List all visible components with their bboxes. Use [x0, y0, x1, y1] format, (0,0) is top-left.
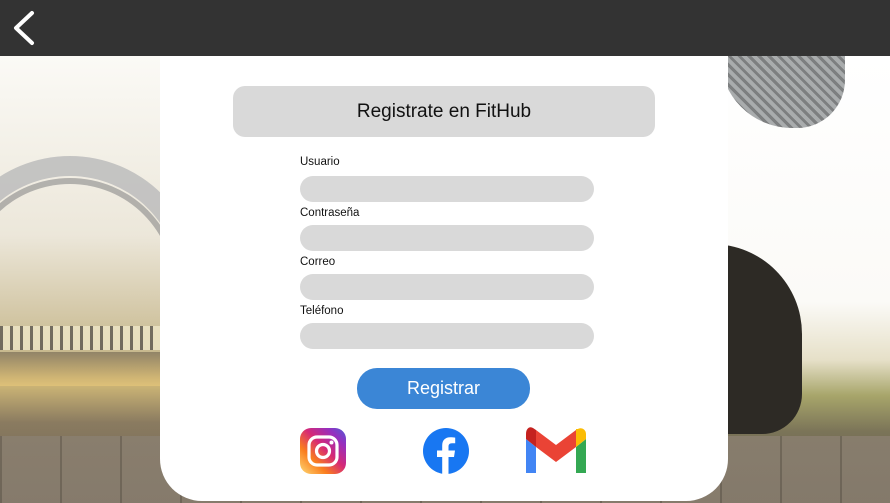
email-label: Correo — [300, 256, 336, 268]
username-label: Usuario — [300, 156, 340, 168]
facebook-button[interactable] — [422, 427, 470, 475]
gmail-button[interactable] — [522, 427, 586, 475]
password-label: Contraseña — [300, 207, 360, 219]
password-input[interactable] — [300, 225, 594, 251]
top-bar — [0, 0, 890, 56]
registration-card: Registrate en FitHub Usuario Contraseña … — [160, 56, 728, 501]
gmail-icon — [526, 427, 586, 473]
back-button[interactable] — [8, 8, 48, 48]
username-input[interactable] — [300, 176, 594, 202]
phone-label: Teléfono — [300, 305, 344, 317]
instagram-button[interactable] — [299, 427, 347, 475]
sunset-glow — [0, 352, 170, 386]
email-input[interactable] — [300, 274, 594, 300]
chevron-left-icon — [14, 11, 34, 45]
register-button[interactable]: Registrar — [357, 368, 530, 409]
bridge-deck — [0, 326, 170, 350]
form-title: Registrate en FitHub — [233, 86, 655, 137]
instagram-icon — [300, 428, 346, 474]
facebook-icon — [423, 428, 469, 474]
phone-input[interactable] — [300, 323, 594, 349]
